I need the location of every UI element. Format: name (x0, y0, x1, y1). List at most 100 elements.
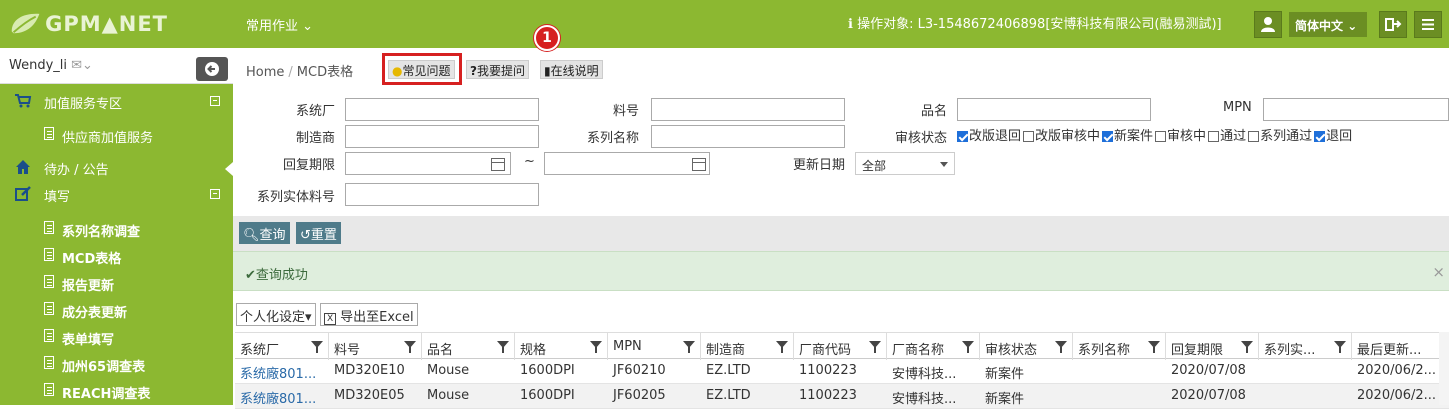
column-header[interactable]: 料号 (329, 333, 422, 360)
sidebar-item-reach[interactable]: REACH调查表 (0, 378, 233, 404)
common-tasks-menu[interactable]: 常用作业 ⌄ (246, 15, 313, 34)
sidebar-item-todo[interactable]: 待办 / 公告 (0, 154, 233, 180)
hamburger-menu-button[interactable] (1414, 11, 1442, 38)
collapse-minus-icon[interactable] (210, 189, 220, 199)
product-name-input[interactable] (957, 98, 1151, 121)
status-option-in-review[interactable]: 审核中 (1155, 125, 1206, 144)
checkbox-checked[interactable] (957, 131, 968, 142)
table-cell (1073, 359, 1166, 384)
column-header[interactable]: MPN (608, 333, 701, 360)
user-button[interactable] (1254, 11, 1282, 38)
reply-deadline-to-input[interactable] (544, 152, 710, 175)
logout-button[interactable] (1379, 11, 1407, 38)
cell-link[interactable]: 系统廠801... (235, 359, 329, 384)
success-message: ✔查询成功 (245, 264, 308, 283)
status-option-series-passed[interactable]: 系列通过 (1248, 125, 1312, 144)
column-header[interactable]: 系列名称 (1073, 333, 1166, 360)
reset-button[interactable]: ↺重置 (296, 222, 341, 244)
label-part-no: 料号 (613, 104, 640, 119)
column-header[interactable]: 系列实... (1259, 333, 1352, 360)
file-text-icon (44, 356, 54, 369)
column-header[interactable]: 品名 (422, 333, 515, 360)
label-update-date: 更新日期 (793, 158, 846, 173)
language-select[interactable]: 简体中文 ⌄ (1289, 12, 1367, 37)
sidebar-item-supplier-service[interactable]: 供应商加值服务 (0, 122, 233, 148)
checkbox[interactable] (1208, 131, 1220, 142)
column-title: 审核状态 (985, 343, 1038, 358)
collapse-minus-icon[interactable] (210, 96, 220, 106)
table-row[interactable]: 系统廠801... MD320E05 Mouse 1600DPI JF60205… (235, 384, 1449, 409)
query-button[interactable]: 🔍︎查询 (239, 222, 290, 244)
cell-link[interactable]: 系统廠801... (235, 384, 329, 409)
mpn-input[interactable] (1263, 98, 1449, 121)
column-header[interactable]: 回复期限 (1166, 333, 1259, 360)
manufacturer-input[interactable] (345, 125, 539, 148)
calendar-icon[interactable] (692, 158, 706, 171)
breadcrumb-home[interactable]: Home (246, 65, 284, 80)
table-cell: Mouse (427, 388, 470, 403)
table-cell: EZ.LTD (706, 363, 751, 378)
user-menu[interactable]: Wendy_li ✉⌄ (9, 58, 93, 73)
status-option-new-case[interactable]: 新案件 (1102, 125, 1153, 144)
sidebar-item-report-update[interactable]: 报告更新 (0, 270, 233, 296)
filter-icon[interactable] (962, 341, 974, 353)
series-name-input[interactable] (651, 125, 845, 148)
sidebar-item-series-survey[interactable]: 系列名称调查 (0, 216, 233, 242)
ask-question-button[interactable]: ?我要提问 (466, 60, 529, 79)
label-reply-deadline: 回复期限 (283, 158, 336, 173)
column-header[interactable]: 厂商名称 (887, 333, 980, 360)
filter-icon[interactable] (869, 341, 881, 353)
filter-icon[interactable] (1334, 341, 1346, 353)
callout-badge: 1 (534, 25, 560, 51)
filter-icon[interactable] (1241, 341, 1253, 353)
checkbox[interactable] (1248, 131, 1260, 142)
column-header[interactable]: 最后更新... (1352, 333, 1441, 360)
column-header[interactable]: 厂商代码 (794, 333, 887, 360)
filter-icon[interactable] (1148, 341, 1160, 353)
sidebar-item-mcd[interactable]: MCD表格 (0, 243, 233, 269)
filter-icon[interactable] (683, 341, 695, 353)
breadcrumb-current: MCD表格 (296, 65, 354, 80)
grid-scrollbar[interactable] (1439, 332, 1449, 405)
checkbox[interactable] (1155, 131, 1167, 142)
sidebar-collapse-button[interactable] (196, 57, 228, 81)
system-factory-input[interactable] (345, 98, 539, 121)
filter-icon[interactable] (1055, 341, 1067, 353)
column-header[interactable]: 规格 (515, 333, 608, 360)
checkbox-checked[interactable] (1102, 131, 1114, 142)
filter-icon[interactable] (497, 341, 509, 353)
checkbox[interactable] (1023, 131, 1035, 142)
checkbox-checked[interactable] (1314, 131, 1326, 142)
filter-icon[interactable] (311, 341, 323, 353)
column-header[interactable]: 审核状态 (980, 333, 1073, 360)
table-row[interactable]: 系统廠801... MD320E10 Mouse 1600DPI JF60210… (235, 359, 1449, 384)
sidebar-item-prop65[interactable]: 加州65调查表 (0, 351, 233, 377)
filter-icon[interactable] (404, 341, 416, 353)
reply-deadline-from-input[interactable] (345, 152, 511, 175)
column-header[interactable]: 制造商 (701, 333, 794, 360)
series-entity-part-input[interactable] (345, 183, 539, 206)
update-date-select[interactable]: 全部 (855, 152, 955, 175)
status-option-returned[interactable]: 退回 (1314, 125, 1352, 144)
sidebar-item-form-fill[interactable]: 表单填写 (0, 324, 233, 350)
question-icon: ? (470, 64, 477, 78)
status-option-revision-review[interactable]: 改版审核中 (1023, 125, 1100, 144)
part-no-input[interactable] (651, 98, 845, 121)
filter-icon[interactable] (776, 341, 788, 353)
sidebar-item-fill[interactable]: 填写 (0, 181, 233, 207)
personalize-button[interactable]: 个人化设定▾ (236, 303, 316, 326)
export-excel-button[interactable]: X 导出至Excel (320, 303, 418, 326)
sidebar-item-value-added[interactable]: 加值服务专区 (0, 88, 233, 114)
online-help-button[interactable]: ▮在线说明 (540, 60, 603, 79)
filter-icon[interactable] (590, 341, 602, 353)
sidebar-item-label: 成分表更新 (62, 306, 128, 321)
status-option-passed[interactable]: 通过 (1208, 125, 1246, 144)
alert-close-button[interactable]: × (1432, 263, 1445, 281)
logo[interactable]: GPM▲NET (8, 8, 168, 40)
sidebar-item-composition-update[interactable]: 成分表更新 (0, 297, 233, 323)
file-text-icon (44, 248, 54, 261)
calendar-icon[interactable] (491, 158, 505, 171)
column-header[interactable]: 系统厂 (235, 333, 329, 360)
table-cell: 1600DPI (520, 388, 575, 403)
status-option-revision-returned[interactable]: 改版退回 (957, 125, 1021, 144)
